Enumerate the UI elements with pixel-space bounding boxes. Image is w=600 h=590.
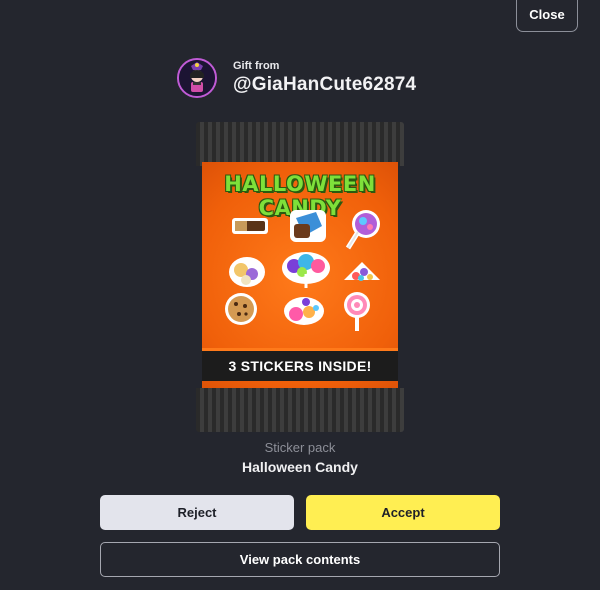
gift-sender: Gift from @GiaHanCute62874 xyxy=(177,56,416,100)
gumballs-sticker xyxy=(284,297,324,325)
gift-from-label: Gift from xyxy=(233,60,280,72)
pack-artwork-banner: 3 STICKERS INSIDE! xyxy=(202,348,398,381)
chocolate-bar-sticker xyxy=(232,218,268,234)
avatar-image xyxy=(179,60,215,96)
wrapped-candies-sticker xyxy=(229,257,265,287)
sender-username: @GiaHanCute62874 xyxy=(233,74,417,95)
cookie-sticker xyxy=(225,293,257,325)
candy-bar-wrapper-sticker xyxy=(290,210,326,242)
accept-button[interactable]: Accept xyxy=(306,495,500,530)
pack-name: Halloween Candy xyxy=(242,459,358,475)
reject-button[interactable]: Reject xyxy=(100,495,294,530)
pack-body: HALLOWEEN CANDY 3 STICKERS INSIDE! xyxy=(202,162,398,392)
pack-type-label: Sticker pack xyxy=(264,440,336,455)
view-pack-contents-button[interactable]: View pack contents xyxy=(100,542,500,577)
pack-bottom-crimp xyxy=(196,388,404,432)
pack-top-crimp xyxy=(196,122,404,166)
balloon-lollipops-sticker xyxy=(282,252,330,288)
candy-pile-sticker xyxy=(344,262,380,281)
avatar xyxy=(177,58,217,98)
swirl-lollipop-sticker xyxy=(344,292,370,331)
close-button[interactable]: Close xyxy=(516,0,578,32)
lollipop-sticker xyxy=(345,210,380,250)
sticker-pack-image: HALLOWEEN CANDY 3 STICKERS INSIDE! xyxy=(196,122,404,432)
